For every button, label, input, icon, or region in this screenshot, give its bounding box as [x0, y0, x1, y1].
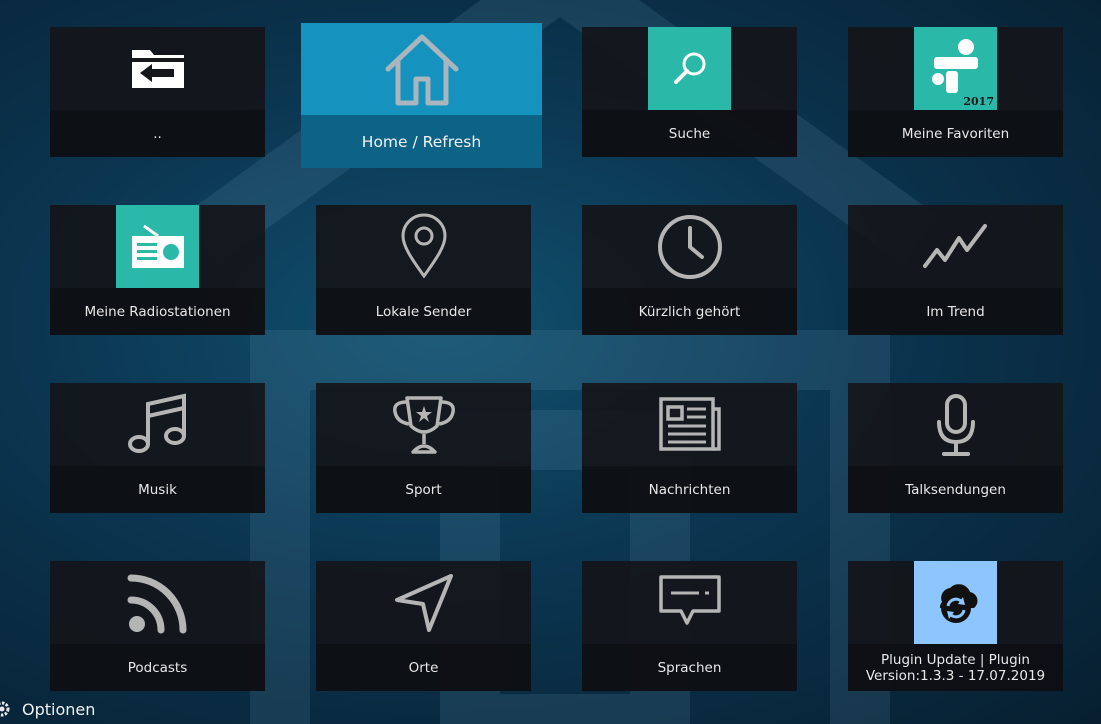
home-icon [301, 23, 542, 115]
thumbnail-year-text: 2017 [963, 95, 994, 108]
music-note-icon [50, 383, 265, 466]
clock-icon [582, 205, 797, 288]
tile-talk-shows[interactable]: Talksendungen [848, 383, 1063, 513]
tile-label: Meine Radiostationen [84, 303, 231, 320]
tile-label: Orte [408, 659, 439, 676]
tile-sport[interactable]: Sport [316, 383, 531, 513]
tile-parent-folder[interactable]: .. [50, 27, 265, 157]
tile-label: Plugin Update | Plugin Version:1.3.3 - 1… [865, 651, 1046, 684]
options-label: Optionen [22, 699, 96, 719]
radio-icon [116, 205, 199, 288]
tile-trending[interactable]: Im Trend [848, 205, 1063, 335]
speech-bubble-icon [582, 561, 797, 644]
tile-label: Im Trend [926, 303, 985, 320]
tile-label: Sprachen [657, 659, 722, 676]
tile-label: Sport [405, 481, 442, 498]
gear-icon [0, 701, 10, 717]
tile-local-stations[interactable]: Lokale Sender [316, 205, 531, 335]
favorites-thumbnail-icon: 2017 [914, 27, 997, 110]
tile-label: Home / Refresh [361, 132, 482, 151]
tile-label: Podcasts [127, 659, 188, 676]
tile-my-radio-stations[interactable]: Meine Radiostationen [50, 205, 265, 335]
back-folder-icon [50, 27, 265, 110]
search-icon [648, 27, 731, 110]
tile-music[interactable]: Musik [50, 383, 265, 513]
tile-label: Suche [668, 125, 711, 142]
tile-label: Nachrichten [648, 481, 731, 498]
tile-places[interactable]: Orte [316, 561, 531, 691]
tile-search[interactable]: Suche [582, 27, 797, 157]
podcast-rss-icon [50, 561, 265, 644]
trophy-icon [316, 383, 531, 466]
map-pin-icon [316, 205, 531, 288]
tile-label: Musik [138, 481, 177, 498]
tile-home-refresh[interactable]: Home / Refresh [301, 23, 542, 168]
tile-label: Talksendungen [905, 481, 1006, 498]
tile-label: Meine Favoriten [901, 125, 1010, 142]
tile-favorites[interactable]: 2017 Meine Favoriten [848, 27, 1063, 157]
tile-label: Kürzlich gehört [638, 303, 741, 320]
tile-news[interactable]: Nachrichten [582, 383, 797, 513]
navigation-arrow-icon [316, 561, 531, 644]
tile-recently-heard[interactable]: Kürzlich gehört [582, 205, 797, 335]
trend-icon [848, 205, 1063, 288]
cloud-sync-icon [914, 561, 997, 644]
tile-languages[interactable]: Sprachen [582, 561, 797, 691]
tile-plugin-update[interactable]: Plugin Update | Plugin Version:1.3.3 - 1… [848, 561, 1063, 691]
tile-label: Lokale Sender [375, 303, 472, 320]
tile-label: .. [153, 125, 162, 142]
newspaper-icon [582, 383, 797, 466]
options-button[interactable]: Optionen [0, 697, 95, 721]
microphone-icon [848, 383, 1063, 466]
tile-podcasts[interactable]: Podcasts [50, 561, 265, 691]
